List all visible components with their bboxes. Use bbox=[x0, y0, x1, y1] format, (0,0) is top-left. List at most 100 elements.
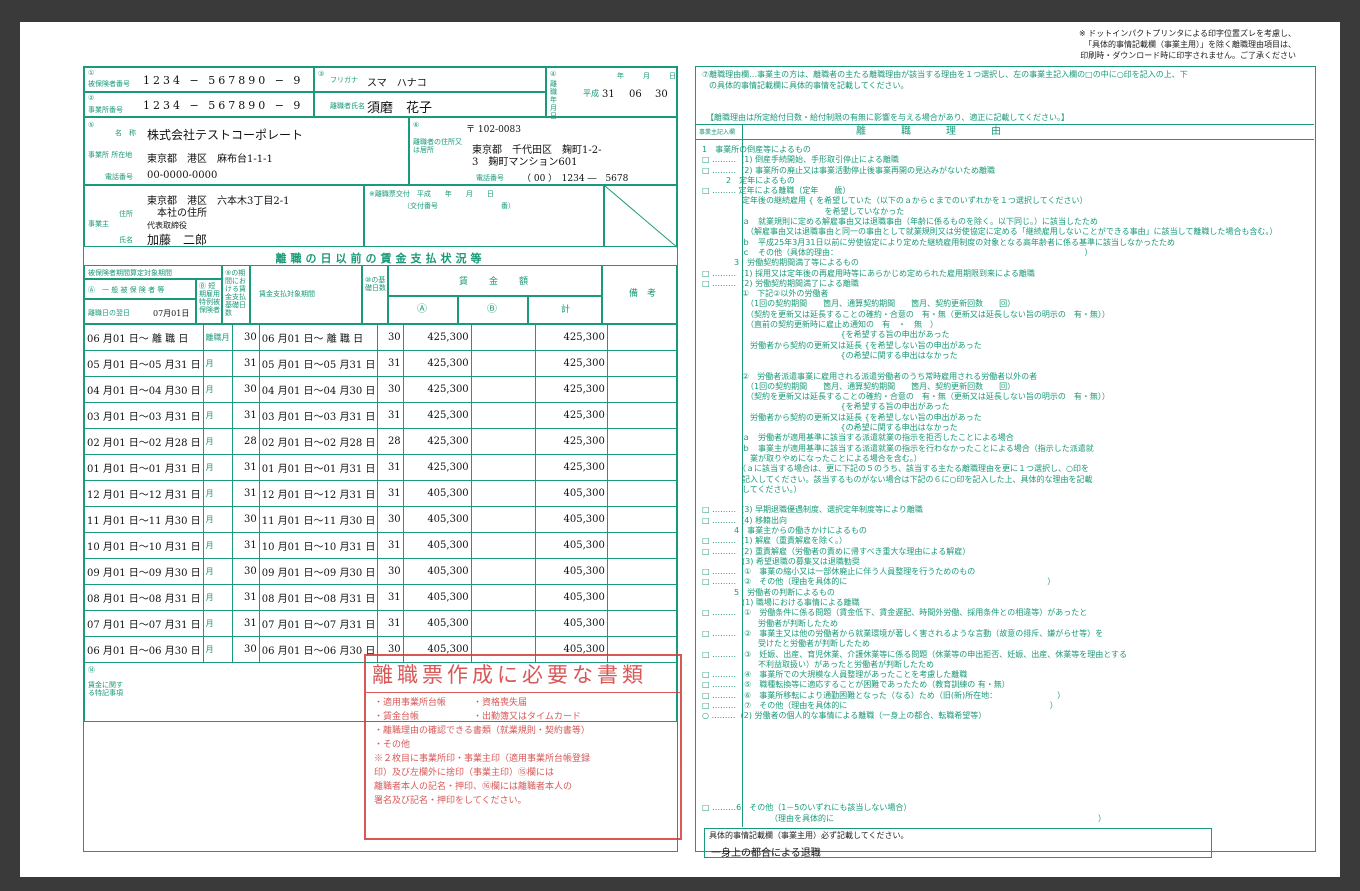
pay-period-cell: 02 月01 日～02 月28 日 bbox=[258, 428, 379, 455]
detail-label: 具体的事情記載欄（事業主用）必ず記載してください。 bbox=[709, 831, 909, 840]
office-name: 株式会社テストコーポレート bbox=[147, 128, 304, 142]
remark-cell bbox=[606, 350, 678, 377]
remark-cell bbox=[606, 532, 678, 559]
remark-cell bbox=[606, 376, 678, 403]
table-row: 05 月01 日～05 月31 日月 31 05 月01 日～05 月31 日 31 4… bbox=[84, 350, 678, 377]
days-cell: 31 bbox=[231, 402, 260, 429]
wage-b-cell bbox=[470, 376, 537, 403]
basis-cell: 31 bbox=[377, 350, 404, 377]
days-cell: 30 bbox=[231, 324, 260, 351]
employer-address-2: 本社の住所 bbox=[157, 208, 207, 219]
wage-a-cell: 425,300 bbox=[402, 324, 472, 351]
wage-a-cell: 425,300 bbox=[402, 402, 472, 429]
wage-b-cell bbox=[470, 584, 537, 611]
reason-list: 1 事業所の倒産等によるもの □ ……… (1) 倒産手続開始、手形取引停止によ… bbox=[702, 145, 1278, 721]
wage-total-cell: 425,300 bbox=[535, 454, 608, 481]
wage-total-cell: 405,300 bbox=[535, 584, 608, 611]
wage-b-cell bbox=[470, 350, 537, 377]
pay-period-cell: 07 月01 日～07 月31 日 bbox=[258, 610, 379, 637]
reason-note: 【離職理由は所定給付日数・給付制限の有無に影響を与える場合があり、適正に記載して… bbox=[706, 113, 1069, 122]
wage-b-cell bbox=[470, 454, 537, 481]
days-cell: 30 bbox=[231, 558, 260, 585]
wage-total-cell: 425,300 bbox=[535, 428, 608, 455]
office-no-cell: ② 事業所番号 1234 − 567890 − 9 bbox=[84, 92, 314, 117]
period-cell: 08 月01 日～08 月31 日 bbox=[84, 584, 204, 611]
table-row: 01 月01 日～01 月31 日月 31 01 月01 日～01 月31 日 31 4… bbox=[84, 454, 678, 481]
wage-a-cell: 405,300 bbox=[402, 610, 472, 637]
days-cell: 31 bbox=[231, 532, 260, 559]
period-cell: 03 月01 日～03 月31 日 bbox=[84, 402, 204, 429]
table-row: 10 月01 日～10 月31 日月 31 10 月01 日～10 月31 日 31 4… bbox=[84, 532, 678, 559]
period-cell: 04 月01 日～04 月30 日 bbox=[84, 376, 204, 403]
basis-cell: 28 bbox=[377, 428, 404, 455]
stamp-line: ・適用事業所台帳 ・資格喪失届 bbox=[374, 698, 528, 708]
wage-a-cell: 405,300 bbox=[402, 558, 472, 585]
unit-cell: 月 bbox=[202, 480, 233, 507]
wage-total-cell: 405,300 bbox=[535, 610, 608, 637]
pay-period-cell: 01 月01 日～01 月31 日 bbox=[258, 454, 379, 481]
basis-cell: 31 bbox=[377, 532, 404, 559]
detail-value: 一身上の都合による退職 bbox=[711, 848, 821, 859]
reason-6-detail: （理由を具体的に ） bbox=[770, 814, 1106, 823]
pay-period-cell: 05 月01 日～05 月31 日 bbox=[258, 350, 379, 377]
wage-table-title: 離職の日以前の賃金支払状況等 bbox=[275, 252, 486, 265]
unit-cell: 月 bbox=[202, 506, 233, 533]
basis-cell: 31 bbox=[377, 454, 404, 481]
stamp-line: 印）及び左欄外に捨印（事業主印）⑮欄には bbox=[374, 768, 555, 778]
reason-instructions-2: の具体的事情記載欄に具体的事情を記載してください。 bbox=[709, 81, 909, 90]
period-cell: 10 月01 日～10 月31 日 bbox=[84, 532, 204, 559]
remark-cell bbox=[606, 402, 678, 429]
period-cell: 07 月01 日～07 月31 日 bbox=[84, 610, 204, 637]
table-row: 04 月01 日～04 月30 日月 30 04 月01 日～04 月30 日 30 4… bbox=[84, 376, 678, 403]
stamp-body: ・適用事業所台帳 ・資格喪失届 ・賃金台帳 ・出勤簿又はタイムカード ・離職理由の確… bbox=[366, 693, 680, 811]
unit-cell: 月 bbox=[202, 376, 233, 403]
table-row: 11 月01 日～11 月30 日月 30 11 月01 日～11 月30 日 30 4… bbox=[84, 506, 678, 533]
wage-total-cell: 405,300 bbox=[535, 558, 608, 585]
wage-a-cell: 425,300 bbox=[402, 454, 472, 481]
office-address: 東京都 港区 麻布台1-1-1 bbox=[147, 154, 273, 165]
date-year: 31 bbox=[602, 89, 615, 100]
basis-cell: 31 bbox=[377, 480, 404, 507]
person-address-cell: ⑥ 離職者の住所又は居所 〒 102-0083 東京都 千代田区 麹町1-2- … bbox=[409, 117, 677, 185]
table-row: 06 月01 日～ 離 職 日離職月 30 06 月01 日～ 離 職 日 30 425… bbox=[84, 324, 678, 351]
days-cell: 31 bbox=[231, 584, 260, 611]
remark-cell bbox=[606, 506, 678, 533]
stamp-line: ・賃金台帳 ・出勤簿又はタイムカード bbox=[374, 712, 581, 722]
basis-cell: 31 bbox=[377, 402, 404, 429]
days-cell: 30 bbox=[231, 636, 260, 663]
date-month: 06 bbox=[629, 89, 642, 100]
reason-instructions-1: ⑦離職理由欄…事業主の方は、離職者の主たる離職理由が該当する理由を１つ選択し、左… bbox=[702, 70, 1188, 79]
basis-cell: 30 bbox=[377, 506, 404, 533]
table-row: 07 月01 日～07 月31 日月 31 07 月01 日～07 月31 日 31 4… bbox=[84, 610, 678, 637]
insured-number: 1234 − 567890 − 9 bbox=[143, 74, 304, 87]
separation-reason-form: ⑦離職理由欄…事業主の方は、離職者の主たる離職理由が該当する理由を１つ選択し、左… bbox=[695, 66, 1316, 859]
unit-cell: 月 bbox=[202, 350, 233, 377]
wage-a-cell: 405,300 bbox=[402, 532, 472, 559]
pay-period-cell: 10 月01 日～10 月31 日 bbox=[258, 532, 379, 559]
wage-b-cell bbox=[470, 402, 537, 429]
reason-6: □ ………6 その他（1－5のいずれにも該当しない場合） bbox=[702, 803, 912, 812]
unit-cell: 離職月 bbox=[202, 324, 233, 351]
wage-b-cell bbox=[470, 532, 537, 559]
wage-total-cell: 405,300 bbox=[535, 506, 608, 533]
days-cell: 31 bbox=[231, 610, 260, 637]
table-row: 09 月01 日～09 月30 日月 30 09 月01 日～09 月30 日 30 4… bbox=[84, 558, 678, 585]
furigana-cell: ③ フリガナ スマ ハナコ bbox=[314, 67, 546, 92]
wage-total-cell: 425,300 bbox=[535, 402, 608, 429]
period-cell: 05 月01 日～05 月31 日 bbox=[84, 350, 204, 377]
stamp-line: 離職者本人の記名・押印、⑯欄には離職者本人の bbox=[374, 782, 573, 792]
wage-b-cell bbox=[470, 324, 537, 351]
diagonal-cell bbox=[604, 185, 678, 248]
basis-cell: 31 bbox=[377, 584, 404, 611]
pay-period-cell: 04 月01 日～04 月30 日 bbox=[258, 376, 379, 403]
employer-cell: 事業主 住所 氏名 東京都 港区 六本木3丁目2-1 本社の住所 代表取締役 加… bbox=[84, 185, 364, 247]
wage-b-cell bbox=[470, 610, 537, 637]
slip-note-cell: ※離職票交付 平成 年 月 日 （交付番号 番） bbox=[364, 185, 604, 247]
pay-period-cell: 11 月01 日～11 月30 日 bbox=[258, 506, 379, 533]
pay-period-cell: 06 月01 日～ 離 職 日 bbox=[258, 324, 379, 351]
wage-total-cell: 405,300 bbox=[535, 532, 608, 559]
unit-cell: 月 bbox=[202, 428, 233, 455]
remark-cell bbox=[606, 480, 678, 507]
stamp-line: ・その他 bbox=[374, 740, 411, 750]
separated-person-name: 須磨 花子 bbox=[367, 101, 433, 116]
